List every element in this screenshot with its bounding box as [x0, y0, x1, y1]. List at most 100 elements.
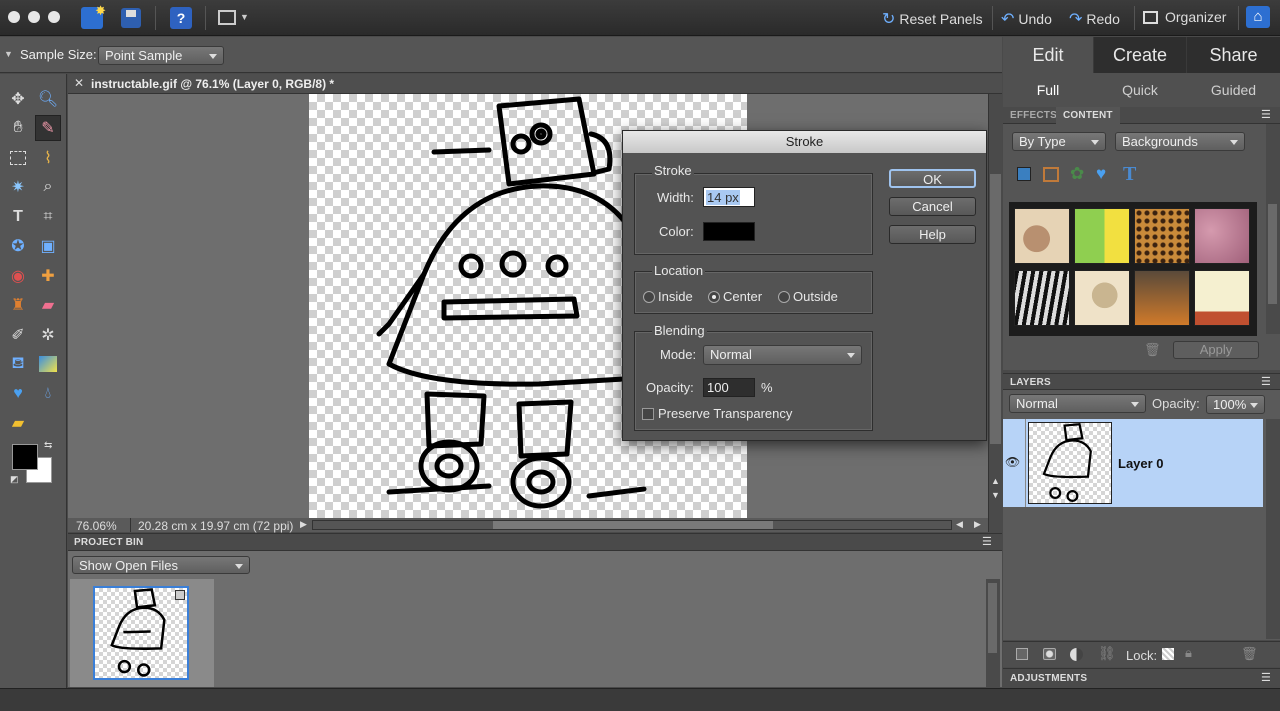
frames-filter-icon[interactable]	[1043, 167, 1059, 182]
content-thumb-scrapbook[interactable]	[1074, 208, 1130, 264]
horizontal-scroll-thumb[interactable]	[493, 521, 773, 529]
scroll-left-icon[interactable]: ◀	[956, 519, 963, 530]
vertical-scroll-thumb[interactable]	[990, 174, 1001, 444]
healing-brush-tool-icon[interactable]: ✚	[35, 263, 61, 289]
sponge-tool-icon[interactable]: ▰	[5, 410, 31, 436]
tab-edit[interactable]: Edit	[1003, 37, 1093, 73]
blur-tool-icon[interactable]: 💧︎	[35, 381, 61, 407]
cookie-cutter-tool-icon[interactable]: ✪	[5, 233, 31, 259]
organizer-button[interactable]: Organizer	[1143, 9, 1226, 25]
scroll-right-icon[interactable]: ▶	[974, 519, 981, 530]
foreground-color-swatch[interactable]	[12, 444, 38, 470]
magic-wand-tool-icon[interactable]: ✷	[5, 174, 31, 200]
scroll-down-icon[interactable]: ▼	[991, 490, 1000, 500]
crop-tool-icon[interactable]: ⌗	[35, 204, 61, 230]
eye-icon[interactable]: 👁︎	[1005, 455, 1020, 469]
opacity-input[interactable]: 100	[703, 378, 755, 397]
content-thumb-cream[interactable]	[1194, 270, 1250, 326]
paint-bucket-tool-icon[interactable]: ⛾	[5, 351, 31, 377]
save-icon[interactable]	[121, 8, 141, 28]
bin-scrollbar[interactable]	[986, 579, 1000, 687]
swap-colors-icon[interactable]: ⇆	[44, 440, 52, 451]
zoom-window-button[interactable]	[48, 11, 60, 23]
shapes-filter-icon[interactable]: ♥	[1096, 164, 1106, 184]
add-mask-icon[interactable]	[1043, 648, 1056, 660]
quick-selection-tool-icon[interactable]: ⌕	[35, 174, 61, 200]
layer-row[interactable]: 👁︎ Layer 0	[1003, 419, 1263, 507]
bin-item-selected[interactable]	[70, 579, 214, 687]
undo-button[interactable]: ↶ Undo	[1001, 9, 1052, 29]
inside-radio[interactable]	[643, 291, 655, 303]
preserve-transparency-checkbox[interactable]	[642, 408, 654, 420]
gradient-tool-icon[interactable]	[35, 351, 61, 377]
content-thumb-africa[interactable]	[1014, 208, 1070, 264]
reset-panels-button[interactable]: ↻ Reset Panels	[882, 9, 983, 29]
adjustment-layer-icon[interactable]	[1070, 648, 1083, 661]
new-file-icon[interactable]: ✸	[81, 3, 106, 29]
lock-all-icon[interactable]: 🔒︎	[1185, 645, 1192, 661]
cancel-button[interactable]: Cancel	[889, 197, 976, 216]
category-select[interactable]: Backgrounds	[1115, 132, 1245, 151]
tab-share[interactable]: Share	[1187, 37, 1280, 73]
hand-tool-icon[interactable]: ✋︎	[5, 115, 31, 141]
marquee-tool-icon[interactable]	[5, 145, 31, 171]
tab-content[interactable]: CONTENT	[1056, 107, 1120, 124]
mode-select[interactable]: Normal	[703, 345, 862, 365]
tab-quick[interactable]: Quick	[1094, 77, 1186, 103]
content-thumb-pink[interactable]	[1194, 208, 1250, 264]
panel-menu-icon[interactable]: ☰	[1261, 375, 1271, 388]
arrange-windows-icon[interactable]	[218, 10, 236, 25]
backgrounds-filter-icon[interactable]	[1017, 167, 1031, 181]
layers-scrollbar[interactable]	[1266, 419, 1280, 639]
content-thumb-autumn[interactable]	[1134, 270, 1190, 326]
zoom-tool-icon[interactable]: 🔍︎	[35, 86, 61, 112]
brush-tool-icon[interactable]: ✐	[5, 322, 31, 348]
apply-button[interactable]: Apply	[1173, 341, 1259, 359]
redo-button[interactable]: ↷ Redo	[1069, 9, 1120, 29]
text-filter-icon[interactable]: T	[1123, 163, 1136, 186]
ok-button[interactable]: OK	[889, 169, 976, 188]
lock-transparency-icon[interactable]	[1162, 648, 1174, 660]
content-thumb-zebra[interactable]	[1014, 270, 1070, 326]
straighten-tool-icon[interactable]: ▣	[35, 233, 61, 259]
minimize-window-button[interactable]	[28, 11, 40, 23]
layer-name[interactable]: Layer 0	[1118, 456, 1164, 471]
tab-full[interactable]: Full	[1003, 77, 1093, 103]
tab-guided[interactable]: Guided	[1187, 77, 1280, 103]
close-window-button[interactable]	[8, 11, 20, 23]
width-input[interactable]: 14 px	[703, 187, 755, 207]
new-layer-icon[interactable]	[1016, 648, 1028, 660]
smart-brush-tool-icon[interactable]: ✲	[35, 322, 61, 348]
type-tool-icon[interactable]: T	[5, 204, 31, 230]
sample-size-select[interactable]: Point Sample	[98, 46, 224, 65]
outside-radio[interactable]	[778, 291, 790, 303]
help-icon[interactable]: ?	[170, 7, 192, 29]
scroll-up-icon[interactable]: ▲	[991, 476, 1000, 486]
link-layers-icon[interactable]: ⛓︎	[1098, 645, 1116, 662]
home-icon[interactable]: ⌂	[1246, 6, 1270, 28]
center-radio[interactable]	[708, 291, 720, 303]
layer-opacity-select[interactable]: 100%	[1206, 395, 1265, 414]
content-thumb-asia[interactable]	[1074, 270, 1130, 326]
panel-menu-icon[interactable]: ☰	[1261, 108, 1271, 121]
graphics-filter-icon[interactable]: ✿	[1070, 164, 1084, 184]
by-type-select[interactable]: By Type	[1012, 132, 1106, 151]
bin-filter-select[interactable]: Show Open Files	[72, 556, 250, 574]
custom-shape-tool-icon[interactable]: ♥	[5, 381, 31, 407]
content-thumb-leopard[interactable]	[1134, 208, 1190, 264]
trash-icon[interactable]: 🗑︎	[1144, 342, 1161, 358]
zoom-level[interactable]: 76.06%	[76, 519, 117, 533]
content-scrollbar[interactable]	[1266, 124, 1280, 334]
vertical-scrollbar[interactable]: ▲ ▼	[988, 94, 1002, 532]
move-tool-icon[interactable]: ✥	[5, 86, 31, 112]
eyedropper-tool-icon[interactable]: ✎	[35, 115, 61, 141]
lasso-tool-icon[interactable]: ⌇	[35, 145, 61, 171]
tab-create[interactable]: Create	[1094, 37, 1186, 73]
default-colors-icon[interactable]: ◩	[10, 474, 19, 485]
layer-blend-mode-select[interactable]: Normal	[1009, 394, 1146, 413]
panel-menu-icon[interactable]: ☰	[1261, 671, 1271, 684]
tool-preset-icon[interactable]: ▼	[4, 49, 13, 59]
chevron-down-icon[interactable]: ▼	[240, 12, 249, 22]
close-document-icon[interactable]: ✕	[74, 76, 84, 90]
status-menu-icon[interactable]: ▶	[300, 519, 307, 530]
